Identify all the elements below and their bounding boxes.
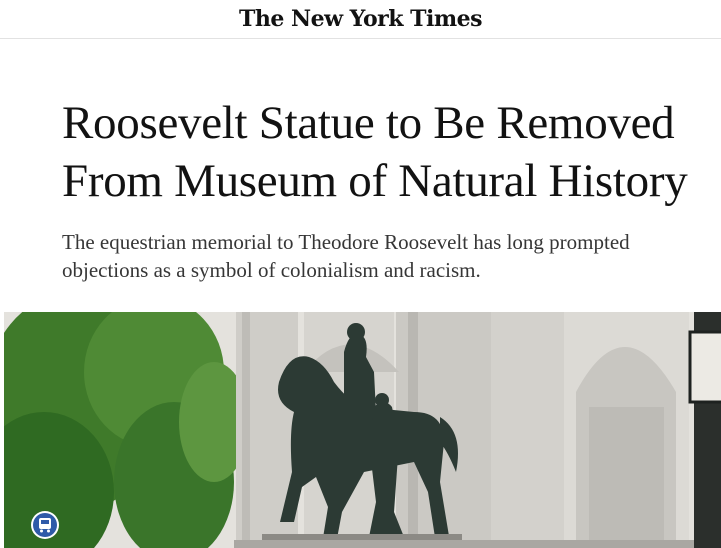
nyt-logo[interactable]: The New York Times — [239, 6, 483, 32]
statue-photo-illustration — [4, 312, 721, 548]
hero-image — [4, 312, 721, 548]
bus-stop-icon — [31, 511, 59, 539]
article-summary: The equestrian memorial to Theodore Roos… — [62, 230, 630, 282]
lamp-post — [688, 312, 721, 548]
masthead: The New York Times — [0, 0, 721, 39]
article-headline: Roosevelt Statue to Be Removed From Muse… — [62, 97, 688, 207]
